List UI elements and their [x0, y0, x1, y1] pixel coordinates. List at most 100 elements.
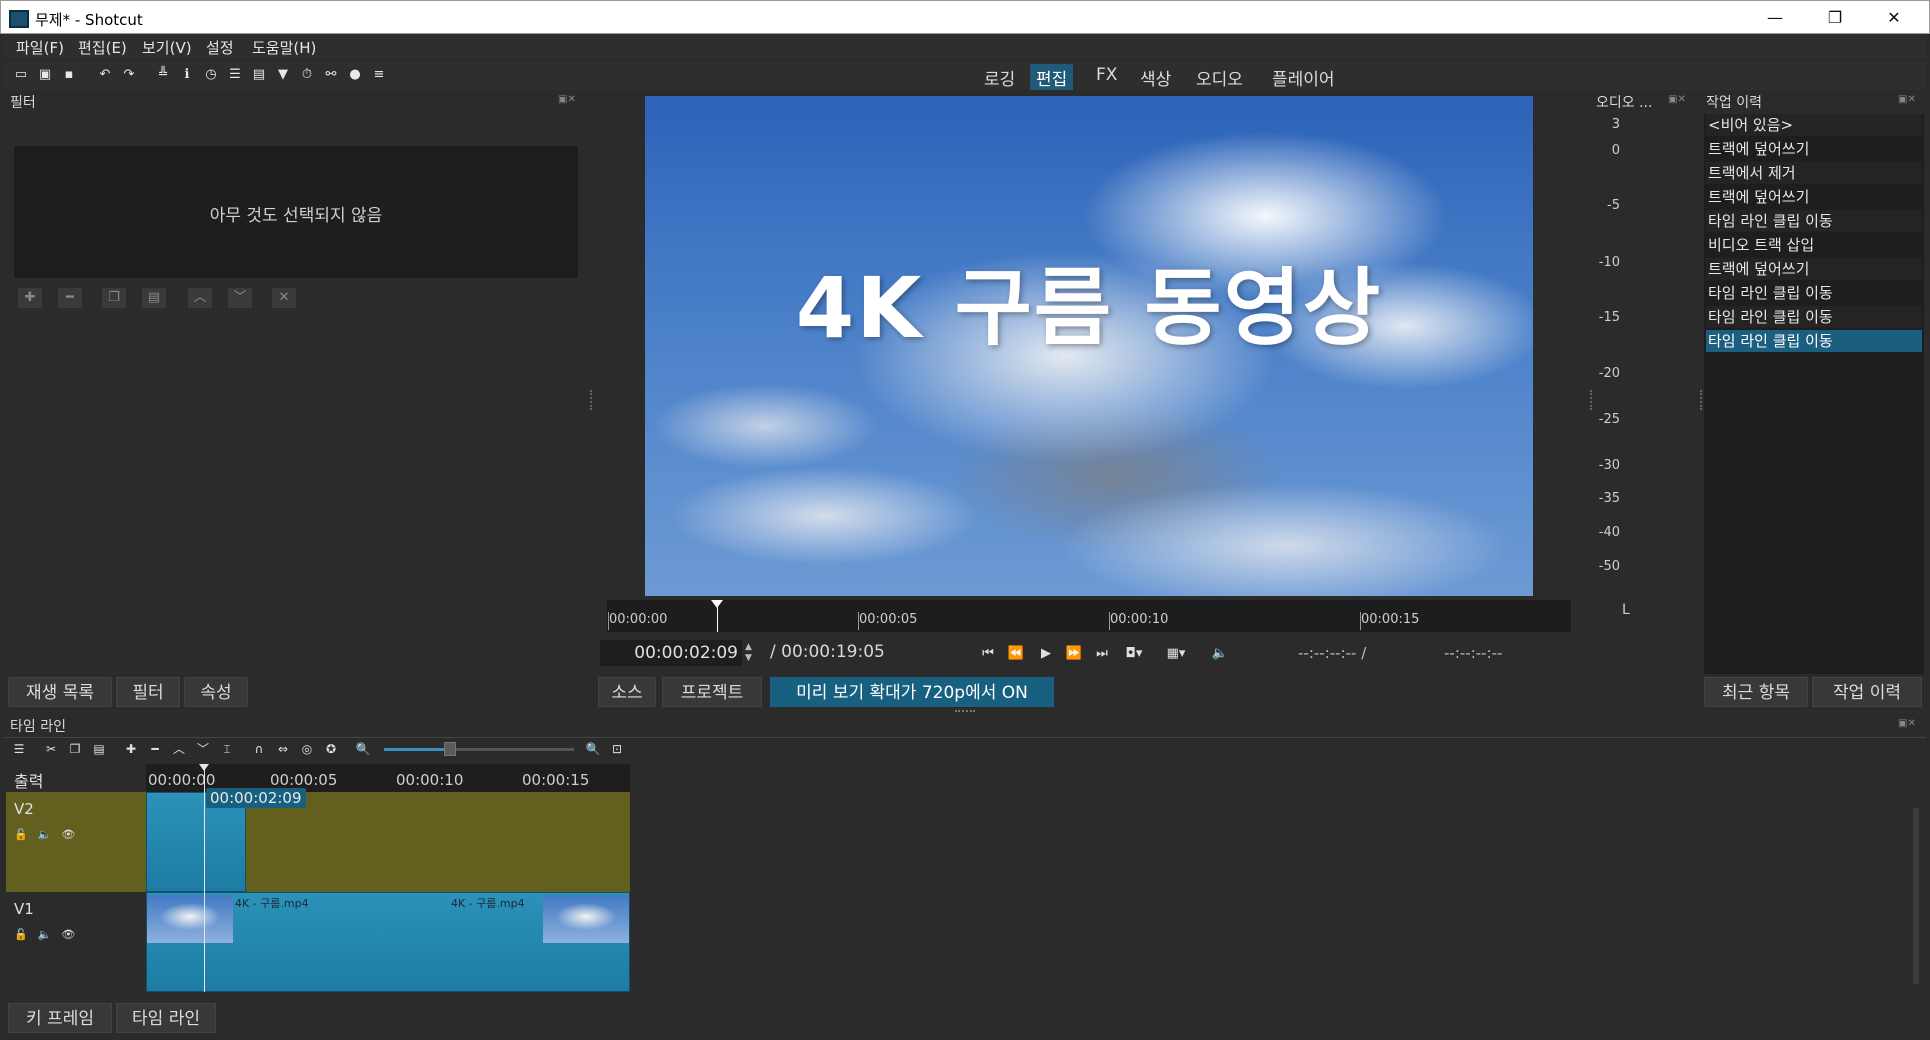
history-item[interactable]: 비디오 트랙 삽입 — [1706, 234, 1922, 256]
timeline-menu-icon[interactable]: ☰ — [10, 740, 28, 758]
layout-player-button[interactable]: 플레이어 — [1266, 64, 1341, 90]
cut-icon[interactable]: ✂ — [42, 740, 60, 758]
track-header-v1[interactable]: V1 🔓🔈👁 — [6, 892, 146, 992]
paste-icon[interactable]: ▤ — [90, 740, 108, 758]
history-icon[interactable]: ⚯ — [322, 66, 340, 84]
current-time-field[interactable]: 00:00:02:09 — [600, 640, 742, 666]
ripple-icon[interactable]: ◎ — [298, 740, 316, 758]
move-down-icon[interactable]: ﹀ — [228, 288, 252, 308]
track-header-v2[interactable]: V2 🔓🔈👁 — [6, 792, 146, 892]
snap-icon[interactable]: ∩ — [250, 740, 268, 758]
zoom-out-icon[interactable]: 🔍 — [354, 740, 372, 758]
timeline-playhead-marker[interactable] — [199, 764, 209, 771]
save-icon[interactable]: ▪ — [60, 66, 78, 84]
scrub-icon[interactable]: ⇔ — [274, 740, 292, 758]
lift-icon[interactable]: ︿ — [170, 740, 188, 758]
history-item[interactable]: 타임 라인 클립 이동 — [1706, 282, 1922, 304]
tab-playlist[interactable]: 재생 목록 — [8, 677, 112, 707]
menu-file[interactable]: 파일(F) — [16, 37, 64, 58]
remove-icon[interactable]: ━ — [146, 740, 164, 758]
splitter-handle[interactable] — [1590, 390, 1592, 410]
splitter-handle[interactable] — [955, 710, 975, 712]
skip-next-icon[interactable]: ⏭ — [1092, 644, 1112, 664]
video-viewer[interactable]: 4K 구름 동영상 — [645, 96, 1533, 596]
zoom-in-icon[interactable]: 🔍 — [584, 740, 602, 758]
zoom-fit-icon[interactable]: ⊡ — [608, 740, 626, 758]
paste-filter-icon[interactable]: ▤ — [142, 288, 166, 308]
keyframes-icon[interactable]: ⏱ — [298, 66, 316, 84]
scrollbar-thumb[interactable] — [1913, 808, 1919, 984]
history-item[interactable]: 타임 라인 클립 이동 — [1706, 210, 1922, 232]
open-file-icon[interactable]: ▭ — [12, 66, 30, 84]
layout-fx-button[interactable]: FX — [1090, 64, 1123, 90]
timeline-dock-controls[interactable]: ▣✕ — [1898, 718, 1916, 729]
properties-icon[interactable]: ℹ — [178, 66, 196, 84]
layout-audio-button[interactable]: 오디오 — [1190, 64, 1249, 90]
add-filter-icon[interactable]: ✚ — [18, 288, 42, 308]
menu-help[interactable]: 도움말(H) — [252, 37, 316, 58]
jobs-icon[interactable]: ≡ — [370, 66, 388, 84]
redo-icon[interactable]: ↷ — [120, 66, 138, 84]
menu-edit[interactable]: 편집(E) — [78, 37, 127, 58]
remove-filter-icon[interactable]: ━ — [58, 288, 82, 308]
overwrite-icon[interactable]: ﹀ — [194, 740, 212, 758]
restore-button[interactable]: ❐ — [1806, 1, 1864, 35]
minimize-button[interactable]: — — [1746, 1, 1804, 35]
append-icon[interactable]: ✚ — [122, 740, 140, 758]
skip-previous-icon[interactable]: ⏮ — [978, 644, 998, 664]
tab-project[interactable]: 프로젝트 — [662, 677, 762, 707]
zoom-icon[interactable]: ◘▾ — [1124, 644, 1144, 664]
zoom-slider[interactable] — [384, 742, 574, 756]
timeline-vertical-scrollbar[interactable] — [1910, 792, 1922, 1000]
move-up-icon[interactable]: ︿ — [188, 288, 212, 308]
audio-meter-dock-controls[interactable]: ▣✕ — [1668, 94, 1686, 105]
player-scrubber[interactable]: 00:00:00 00:00:05 00:00:10 00:00:15 — [607, 600, 1571, 632]
layout-color-button[interactable]: 색상 — [1134, 64, 1177, 90]
tab-recent[interactable]: 최근 항목 — [1704, 677, 1808, 707]
history-item[interactable]: 타임 라인 클립 이동 — [1706, 306, 1922, 328]
split-icon[interactable]: ⌶ — [218, 740, 236, 758]
history-item[interactable]: 트랙에 덮어쓰기 — [1706, 258, 1922, 280]
splitter-handle[interactable] — [1700, 390, 1702, 410]
fast-forward-icon[interactable]: ⏩ — [1064, 644, 1084, 664]
volume-icon[interactable]: 🔈 — [1210, 644, 1230, 664]
play-icon[interactable]: ▶ — [1036, 644, 1056, 664]
copy-icon[interactable]: ❐ — [66, 740, 84, 758]
time-spinner-icon[interactable]: ▲ ▼ — [745, 642, 752, 664]
player-playhead-marker[interactable] — [711, 600, 723, 608]
track-controls[interactable]: 🔓🔈👁 — [14, 828, 85, 841]
history-item[interactable]: 트랙에서 제거 — [1706, 162, 1922, 184]
timeline-icon[interactable]: ▤ — [250, 66, 268, 84]
playlist-icon[interactable]: ☰ — [226, 66, 244, 84]
preview-scaling-status[interactable]: 미리 보기 확대가 720p에서 ON — [770, 677, 1054, 707]
undo-icon[interactable]: ↶ — [96, 66, 114, 84]
zoom-slider-handle[interactable] — [444, 742, 456, 756]
tab-source[interactable]: 소스 — [598, 677, 656, 707]
tab-keyframes[interactable]: 키 프레임 — [8, 1003, 112, 1033]
history-item[interactable]: <비어 있음> — [1706, 114, 1922, 136]
menu-view[interactable]: 보기(V) — [142, 37, 192, 58]
splitter-handle[interactable] — [590, 390, 592, 410]
rewind-icon[interactable]: ⏪ — [1006, 644, 1026, 664]
close-button[interactable]: ✕ — [1865, 1, 1923, 35]
deselect-filter-icon[interactable]: ✕ — [272, 288, 296, 308]
layout-editing-button[interactable]: 편집 — [1030, 64, 1074, 90]
recent-icon[interactable]: ◷ — [202, 66, 220, 84]
tab-properties[interactable]: 속성 — [184, 677, 248, 707]
encode-icon[interactable]: ● — [346, 66, 364, 84]
ripple-all-icon[interactable]: ✪ — [322, 740, 340, 758]
timeline-playhead[interactable] — [204, 764, 205, 992]
history-item-selected[interactable]: 타임 라인 클립 이동 — [1706, 330, 1922, 352]
tab-history[interactable]: 작업 이력 — [1812, 677, 1922, 707]
tab-timeline[interactable]: 타임 라인 — [116, 1003, 216, 1033]
history-dock-controls[interactable]: ▣✕ — [1898, 94, 1916, 105]
layout-logging-button[interactable]: 로깅 — [978, 64, 1021, 90]
tab-filters[interactable]: 필터 — [116, 677, 180, 707]
history-item[interactable]: 트랙에 덮어쓰기 — [1706, 186, 1922, 208]
open-other-icon[interactable]: ▣ — [36, 66, 54, 84]
grid-icon[interactable]: ▦▾ — [1166, 644, 1186, 664]
filters-icon[interactable]: ▼ — [274, 66, 292, 84]
clip-v1[interactable]: 4K - 구름.mp4 4K - 구름.mp4 — [146, 892, 630, 992]
peak-meter-icon[interactable]: ╩ — [154, 66, 172, 84]
filters-dock-controls[interactable]: ▣✕ — [558, 94, 576, 105]
